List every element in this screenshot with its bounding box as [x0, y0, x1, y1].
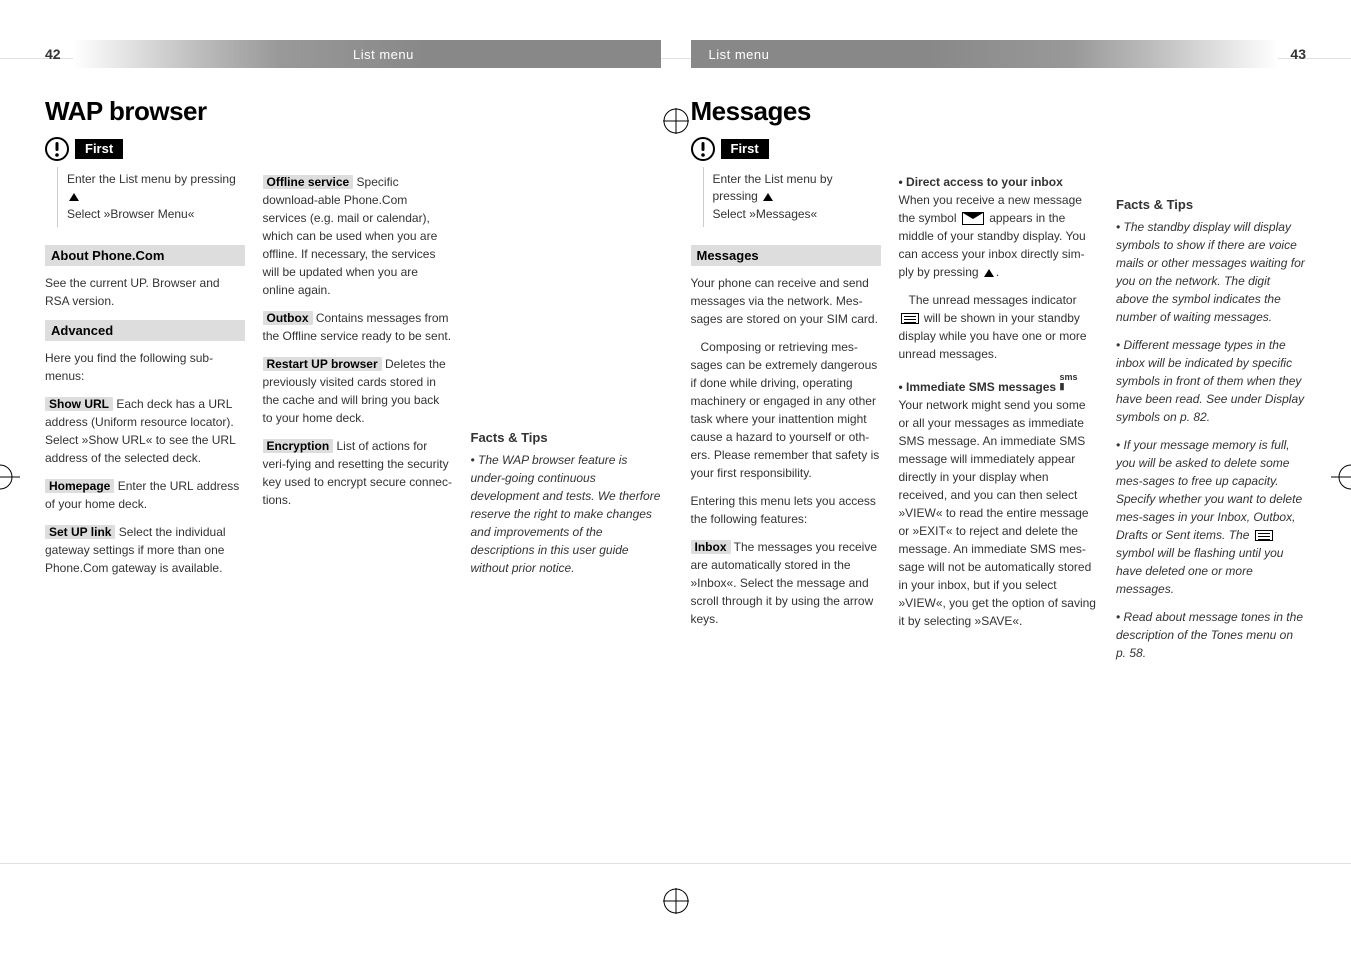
inbox-label: Inbox — [691, 540, 731, 554]
offline-entry: Offline service Specific download-able P… — [263, 173, 453, 299]
facts-title: Facts & Tips — [1116, 197, 1306, 212]
first-callout-body: Enter the List menu by pressing Select »… — [57, 167, 245, 227]
section-about: About Phone.Com — [45, 245, 245, 266]
page-number-left: 42 — [45, 46, 73, 62]
outbox-label: Outbox — [263, 311, 313, 325]
crop-mark-icon — [663, 108, 689, 134]
alert-icon — [691, 137, 715, 161]
facts-title: Facts & Tips — [471, 430, 661, 445]
facts-text: • The WAP browser feature is under-going… — [471, 451, 661, 577]
message-lines-icon — [901, 313, 919, 324]
about-text: See the current UP. Browser and RSA vers… — [45, 274, 245, 310]
immediate-sms-block: • Immediate SMS messages sms▮ Your netwo… — [899, 373, 1099, 630]
section-messages: Messages — [691, 245, 881, 266]
facts-1: • The standby display will display symbo… — [1116, 218, 1306, 326]
alert-icon — [45, 137, 69, 161]
messages-p3: Entering this menu lets you access the f… — [691, 492, 881, 528]
sms-indicator-icon: sms▮ — [1059, 373, 1077, 391]
show-url-entry: Show URL Each deck has a URL address (Un… — [45, 395, 245, 467]
envelope-icon — [962, 212, 984, 225]
page-number-right: 43 — [1278, 46, 1306, 62]
show-url-label: Show URL — [45, 397, 113, 411]
messages-p1: Your phone can receive and send messages… — [691, 274, 881, 328]
crop-mark-icon — [0, 464, 20, 490]
page-title: Messages — [691, 96, 1307, 127]
facts-4: • Read about message tones in the descri… — [1116, 608, 1306, 662]
offline-label: Offline service — [263, 175, 354, 189]
page-header-right: List menu — [691, 40, 1279, 68]
setup-label: Set UP link — [45, 525, 115, 539]
inbox-entry: Inbox The messages you receive are autom… — [691, 538, 881, 628]
page-header-left: List menu — [73, 40, 661, 68]
facts-2: • Different message types in the inbox w… — [1116, 336, 1306, 426]
unread-indicator-block: The unread messages indicator will be sh… — [899, 291, 1099, 363]
outbox-entry: Outbox Contains messages from the Offlin… — [263, 309, 453, 345]
up-arrow-icon — [763, 193, 773, 201]
homepage-label: Homepage — [45, 479, 114, 493]
up-arrow-icon — [984, 269, 994, 277]
homepage-entry: Homepage Enter the URL address of your h… — [45, 477, 245, 513]
first-callout-body: Enter the List menu by pressing Select »… — [703, 167, 881, 227]
encryption-entry: Encryption List of actions for veri-fyin… — [263, 437, 453, 509]
section-advanced: Advanced — [45, 320, 245, 341]
page-title: WAP browser — [45, 96, 661, 127]
setup-entry: Set UP link Select the individual gatewa… — [45, 523, 245, 577]
messages-p2: Composing or retrieving mes-sages can be… — [691, 338, 881, 482]
message-lines-icon — [1255, 530, 1273, 541]
first-callout-title: First — [721, 139, 769, 159]
crop-mark-icon — [1331, 464, 1351, 490]
restart-entry: Restart UP browser Deletes the previousl… — [263, 355, 453, 427]
direct-access-block: • Direct access to your inbox When you r… — [899, 173, 1099, 281]
crop-mark-icon — [663, 888, 689, 914]
encryption-label: Encryption — [263, 439, 334, 453]
restart-label: Restart UP browser — [263, 357, 382, 371]
first-callout-title: First — [75, 139, 123, 159]
up-arrow-icon — [69, 193, 79, 201]
facts-3: • If your message memory is full, you wi… — [1116, 436, 1306, 598]
advanced-intro: Here you find the following sub-menus: — [45, 349, 245, 385]
